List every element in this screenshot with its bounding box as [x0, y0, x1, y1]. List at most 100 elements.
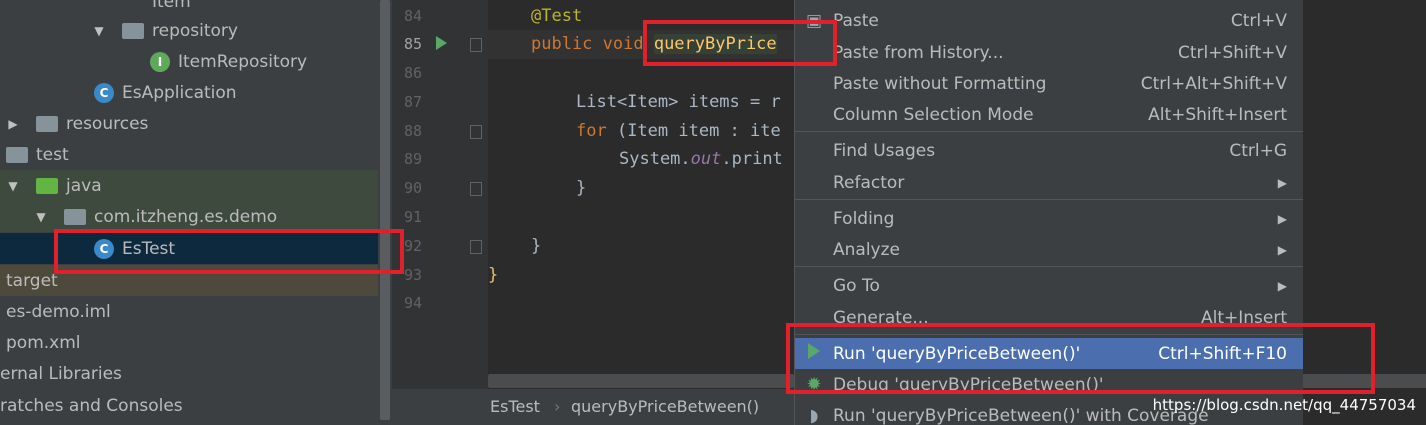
tree-item-pom[interactable]: pom.xml [0, 327, 378, 358]
project-tree: Item ▼ repository I ItemRepository C EsA… [0, 0, 378, 425]
fold-marker-icon[interactable] [470, 240, 482, 254]
menu-item-paste-without-formatting[interactable]: Paste without Formatting Ctrl+Alt+Shift+… [795, 68, 1303, 99]
breadcrumb: EsTest › queryByPriceBetween() [392, 389, 794, 425]
code-static-field: out [690, 149, 722, 169]
menu-separator [795, 131, 1303, 132]
highlight-box-run-debug [786, 323, 1375, 394]
line-number: 85 [403, 35, 422, 53]
code-line[interactable]: System.out.print [619, 145, 783, 174]
menu-item-paste[interactable]: ▣ Paste Ctrl+V [795, 5, 1303, 36]
menu-item-label: Refactor [833, 172, 905, 193]
fold-marker-icon[interactable] [470, 182, 482, 196]
code-text: items = r [688, 92, 781, 112]
spring-class-icon: C [94, 82, 114, 103]
tree-item-label: ernal Libraries [0, 363, 122, 384]
code-annotation: @Test [531, 6, 583, 26]
menu-separator [795, 266, 1303, 267]
tree-item-scratches[interactable]: ratches and Consoles [0, 390, 378, 421]
tree-item-label: target [6, 270, 58, 291]
coverage-shield-icon: ◗ [809, 405, 819, 425]
line-number: 86 [403, 64, 422, 82]
tree-item-label: Item [152, 0, 191, 12]
highlight-box-method [643, 20, 837, 66]
menu-item-label: Folding [833, 208, 895, 229]
tree-item-iml[interactable]: es-demo.iml [0, 296, 378, 327]
code-text: (Item item : ite [616, 121, 781, 141]
tree-item-esapplication[interactable]: C EsApplication [0, 77, 378, 108]
menu-item-shortcut: Ctrl+Shift+V [1177, 42, 1287, 63]
chevron-down-icon[interactable]: ▼ [92, 24, 106, 38]
menu-item-folding[interactable]: Folding ▶ [795, 203, 1303, 234]
chevron-down-icon[interactable]: ▼ [6, 179, 20, 193]
submenu-arrow-icon: ▶ [1277, 278, 1287, 293]
code-brace: } [576, 178, 587, 198]
tree-item-itemrepository[interactable]: I ItemRepository [0, 46, 378, 77]
menu-item-paste-from-history[interactable]: Paste from History... Ctrl+Shift+V [795, 37, 1303, 68]
test-folder-icon [36, 177, 58, 194]
tree-item-label: ratches and Consoles [0, 395, 183, 416]
line-number: 91 [403, 208, 422, 226]
menu-item-shortcut: Ctrl+V [1230, 10, 1287, 31]
line-number: 89 [403, 150, 422, 168]
run-gutter-icon[interactable] [436, 36, 447, 50]
resources-folder-icon [36, 115, 58, 132]
menu-item-label: Paste from History... [833, 42, 1004, 63]
line-number: 88 [403, 122, 422, 140]
package-icon [122, 22, 144, 39]
menu-item-shortcut: Alt+Shift+Insert [1148, 104, 1287, 125]
chevron-right-icon[interactable]: ▶ [6, 117, 20, 131]
scrollbar-thumb[interactable] [380, 0, 390, 420]
breadcrumb-class[interactable]: EsTest [490, 397, 540, 416]
chevron-down-icon[interactable]: ▼ [34, 210, 48, 224]
breadcrumb-method[interactable]: queryByPriceBetween() [571, 397, 759, 416]
code-keyword: for [576, 121, 617, 141]
submenu-arrow-icon: ▶ [1277, 175, 1287, 190]
code-line[interactable]: for (Item item : ite [576, 117, 781, 146]
menu-item-label: Column Selection Mode [833, 104, 1034, 125]
menu-item-label: Go To [833, 275, 880, 296]
interface-icon: I [150, 51, 170, 72]
menu-item-refactor[interactable]: Refactor ▶ [795, 167, 1303, 198]
package-icon [64, 208, 86, 225]
tree-item-label: test [36, 144, 69, 165]
menu-item-shortcut: Ctrl+G [1229, 140, 1287, 161]
menu-item-find-usages[interactable]: Find Usages Ctrl+G [795, 135, 1303, 166]
highlight-box-estest [54, 229, 404, 274]
menu-item-column-selection-mode[interactable]: Column Selection Mode Alt+Shift+Insert [795, 99, 1303, 130]
menu-item-label: Paste [833, 10, 879, 31]
menu-item-go-to[interactable]: Go To ▶ [795, 270, 1303, 301]
tree-item-label: java [66, 175, 102, 196]
menu-item-label: Find Usages [833, 140, 936, 161]
tree-item-label: resources [66, 113, 149, 134]
tree-item-resources[interactable]: ▶ resources [0, 108, 378, 139]
code-keyword: public void [531, 34, 654, 54]
fold-marker-icon[interactable] [470, 38, 482, 52]
code-brace: } [531, 236, 542, 256]
tree-item-label: EsApplication [122, 82, 237, 103]
menu-item-analyze[interactable]: Analyze ▶ [795, 234, 1303, 265]
line-number: 90 [403, 179, 422, 197]
tree-scrollbar[interactable] [378, 0, 392, 425]
tree-item-label: es-demo.iml [6, 301, 111, 322]
editor-horizontal-scrollbar[interactable] [488, 374, 794, 388]
tree-item-external-libraries[interactable]: ernal Libraries [0, 358, 378, 389]
tree-item-repository[interactable]: ▼ repository [0, 15, 378, 46]
code-type: List<Item> [576, 92, 689, 112]
tree-item-label: pom.xml [6, 332, 81, 353]
line-number: 94 [403, 294, 422, 312]
tree-item-java[interactable]: ▼ java [0, 170, 378, 201]
tree-item-label: repository [152, 20, 238, 41]
menu-separator [795, 199, 1303, 200]
fold-marker-icon[interactable] [470, 125, 482, 139]
tree-item-test[interactable]: test [0, 139, 378, 170]
tree-item-label: ItemRepository [178, 51, 308, 72]
code-text: System. [619, 149, 691, 169]
menu-item-label: Analyze [833, 239, 900, 260]
watermark-text: https://blog.csdn.net/qq_44757034 [1152, 396, 1416, 414]
tree-item-package[interactable]: ▼ com.itzheng.es.demo [0, 201, 378, 232]
menu-item-shortcut: Ctrl+Alt+Shift+V [1140, 73, 1287, 94]
code-line[interactable]: List<Item> items = r [576, 88, 781, 117]
menu-item-label: Paste without Formatting [833, 73, 1047, 94]
breadcrumb-separator: › [554, 397, 561, 416]
tree-item-label: com.itzheng.es.demo [94, 206, 278, 227]
